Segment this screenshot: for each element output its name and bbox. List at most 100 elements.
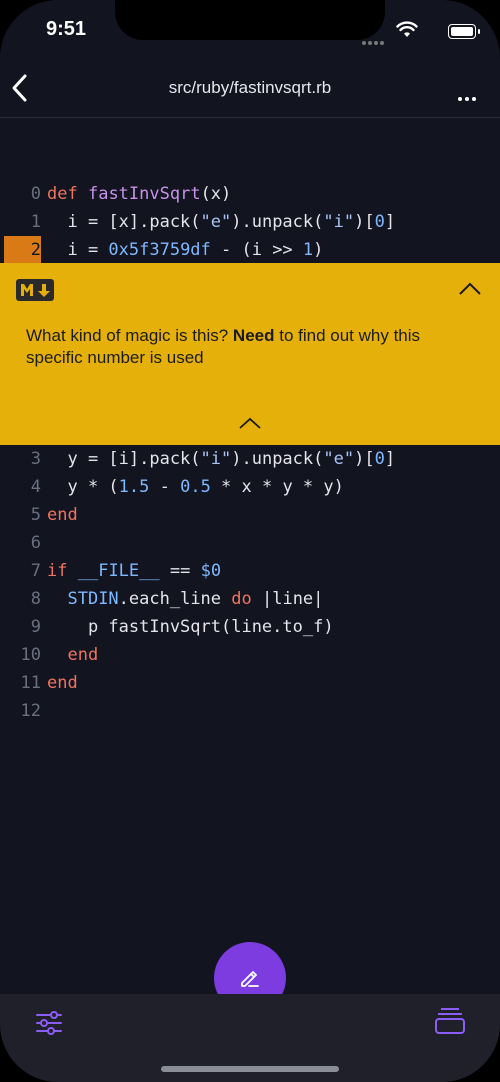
line-number[interactable]: 12 (0, 697, 41, 725)
line-number[interactable]: 9 (0, 613, 41, 641)
code-line[interactable]: 0 def fastInvSqrt(x) (0, 180, 500, 208)
edit-pencil-icon (241, 971, 259, 987)
drag-handle-icon[interactable] (238, 415, 262, 429)
line-number[interactable]: 4 (0, 473, 41, 501)
code-token: ).unpack( (231, 212, 324, 232)
code-token: "e" (323, 449, 355, 469)
code-token: - (149, 477, 181, 497)
code-line[interactable]: 10 end (0, 641, 500, 669)
code-line[interactable]: 6 (0, 529, 500, 557)
code-token: end (47, 505, 78, 525)
code-token: y = [i].pack( (47, 449, 201, 469)
code-text: STDIN.each_line do |line| (47, 585, 323, 613)
code-token: i = [x].pack( (47, 212, 201, 232)
line-number[interactable]: 1 (0, 208, 41, 236)
annotation-text: What kind of magic is this? Need to find… (26, 325, 476, 369)
code-text: i = [x].pack("e").unpack("i")[0] (47, 208, 395, 236)
code-token: y * ( (47, 477, 119, 497)
code-line[interactable]: 4 y * (1.5 - 0.5 * x * y * y) (0, 473, 500, 501)
status-time: 9:51 (46, 18, 87, 40)
code-token: )[ (354, 212, 375, 232)
code-text: if __FILE__ == $0 (47, 557, 221, 585)
nav-bar: src/ruby/fastinvsqrt.rb (0, 60, 500, 118)
code-token: end (47, 673, 78, 693)
code-token: fastInvSqrt (87, 184, 201, 204)
markdown-icon (16, 279, 54, 301)
home-indicator[interactable] (161, 1066, 339, 1072)
line-number[interactable]: 10 (0, 641, 41, 669)
code-line[interactable]: 11 end (0, 669, 500, 697)
code-token: == (159, 561, 201, 581)
code-text: end (47, 669, 78, 697)
code-text: y * (1.5 - 0.5 * x * y * y) (47, 473, 344, 501)
line-number[interactable]: 7 (0, 557, 41, 585)
line-number[interactable]: 0 (0, 180, 41, 208)
code-token: p fastInvSqrt(line.to_f) (47, 617, 334, 637)
signal-icon (362, 30, 386, 45)
code-text: end (47, 641, 98, 669)
code-token: .each_line (118, 589, 232, 609)
code-text: end (47, 501, 78, 529)
status-icons (356, 20, 480, 45)
filters-icon[interactable] (34, 1008, 64, 1038)
line-number[interactable]: 11 (0, 669, 41, 697)
code-token: "i" (323, 212, 355, 232)
code-text: def fastInvSqrt(x) (47, 180, 231, 208)
code-token: "i" (200, 449, 232, 469)
code-token: __FILE__ (77, 561, 160, 581)
chevron-up-icon[interactable] (458, 281, 482, 295)
wifi-icon (396, 21, 418, 37)
code-text: y = [i].pack("i").unpack("e")[0] (47, 445, 395, 473)
code-token: * x * y * y) (210, 477, 344, 497)
line-number[interactable]: 6 (0, 529, 41, 557)
code-token: ) (313, 240, 324, 260)
code-line[interactable]: 5 end (0, 501, 500, 529)
code-line[interactable]: 12 (0, 697, 500, 725)
code-text: i = 0x5f3759df - (i >> 1) (47, 236, 323, 264)
code-token: ).unpack( (231, 449, 324, 469)
phone-screen: 9:51 src/ruby/fastinvsqrt.rb 0 def fastIn… (0, 0, 500, 1082)
code-token: 1 (302, 240, 314, 260)
annotation-panel: What kind of magic is this? Need to find… (0, 263, 500, 445)
code-line[interactable]: 7 if __FILE__ == $0 (0, 557, 500, 585)
code-token: 0 (374, 212, 385, 232)
code-token: - (i >> (210, 240, 303, 260)
code-line[interactable]: 8 STDIN.each_line do |line| (0, 585, 500, 613)
line-number-highlighted[interactable]: 2 (4, 236, 41, 264)
line-number[interactable]: 8 (0, 585, 41, 613)
code-text: p fastInvSqrt(line.to_f) (47, 613, 334, 641)
code-token: if (47, 561, 68, 581)
annotation-text-part: What kind of magic is this? (26, 326, 233, 345)
status-bar: 9:51 (0, 0, 500, 60)
code-token: (x) (200, 184, 232, 204)
code-token: )[ (354, 449, 375, 469)
code-token: i = (47, 240, 109, 260)
code-line[interactable]: 3 y = [i].pack("i").unpack("e")[0] (0, 445, 500, 473)
code-token: STDIN (67, 589, 119, 609)
code-token: end (67, 645, 99, 665)
code-line[interactable]: 2 i = 0x5f3759df - (i >> 1) (0, 236, 500, 264)
code-token: 0x5f3759df (108, 240, 211, 260)
code-token: def (47, 184, 78, 204)
more-button[interactable] (458, 86, 482, 101)
file-path-title: src/ruby/fastinvsqrt.rb (168, 78, 332, 97)
battery-icon (448, 24, 480, 39)
code-token: ] (384, 449, 396, 469)
code-token: 0.5 (180, 477, 211, 497)
code-token: ] (384, 212, 396, 232)
code-token: "e" (200, 212, 232, 232)
ellipsis-icon (458, 97, 462, 101)
code-line[interactable]: 9 p fastInvSqrt(line.to_f) (0, 613, 500, 641)
annotation-text-bold: Need (232, 326, 275, 345)
stack-icon[interactable] (434, 1006, 466, 1036)
code-line[interactable]: 1 i = [x].pack("e").unpack("i")[0] (0, 208, 500, 236)
code-token: do (231, 589, 252, 609)
line-number[interactable]: 3 (0, 445, 41, 473)
code-token: 0 (374, 449, 385, 469)
code-token: $0 (200, 561, 222, 581)
line-number[interactable]: 5 (0, 501, 41, 529)
